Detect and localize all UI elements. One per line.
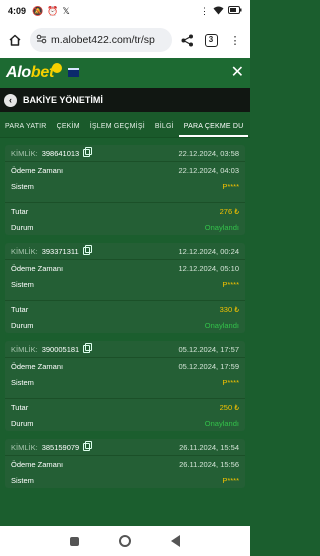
amount-value: 250 ₺: [219, 402, 239, 412]
tab-withdraw[interactable]: ÇEKİM: [52, 123, 85, 137]
system-value: P****: [222, 279, 239, 289]
payment-time-value: 05.12.2024, 17:59: [178, 361, 239, 371]
logo-badge-icon: [51, 63, 62, 73]
withdrawal-card: KİMLİK: 390005181 05.12.2024, 17:57 Ödem…: [5, 341, 245, 431]
system-value: P****: [222, 181, 239, 191]
back-button[interactable]: ‹: [4, 93, 17, 107]
site-header: Alobet ✕: [0, 58, 250, 88]
payment-time-label: Ödeme Zamanı: [11, 361, 64, 371]
tab-info[interactable]: BİLGİ: [150, 123, 179, 137]
site-logo[interactable]: Alobet: [6, 64, 54, 82]
payment-time-value: 22.12.2024, 04:03: [178, 165, 239, 175]
withdrawal-card: KİMLİK: 393371311 12.12.2024, 00:24 Ödem…: [5, 243, 245, 333]
id-label: KİMLİK:: [11, 148, 38, 158]
browser-toolbar: m.alobet422.com/tr/sp 3 ⋮: [0, 22, 250, 58]
id-label: KİMLİK:: [11, 246, 38, 256]
id-value: 385159079: [41, 442, 80, 452]
more-menu-icon[interactable]: ⋮: [226, 31, 244, 49]
balance-tabs: PARA YATIR ÇEKİM İŞLEM GEÇMİŞİ BİLGİ PAR…: [0, 112, 250, 138]
status-value: Onaylandı: [204, 320, 239, 330]
payment-time-label: Ödeme Zamanı: [11, 165, 64, 175]
created-date: 12.12.2024, 00:24: [178, 246, 239, 256]
id-value: 390005181: [41, 344, 80, 354]
section-header: ‹ BAKİYE YÖNETİMİ: [0, 88, 250, 112]
copy-icon[interactable]: [83, 343, 93, 353]
system-value: P****: [222, 377, 239, 387]
system-nav-bar: [0, 526, 250, 556]
tab-deposit[interactable]: PARA YATIR: [0, 123, 52, 137]
site-settings-icon[interactable]: [36, 31, 47, 49]
amount-value: 330 ₺: [219, 304, 239, 314]
status-label: Durum: [11, 320, 34, 330]
created-date: 26.11.2024, 15:54: [179, 442, 239, 452]
section-title: BAKİYE YÖNETİMİ: [23, 95, 103, 105]
status-label: Durum: [11, 222, 34, 232]
system-label: Sistem: [11, 377, 34, 387]
back-nav-icon[interactable]: [171, 535, 180, 547]
recents-icon[interactable]: [70, 536, 79, 546]
payment-time-value: 26.11.2024, 15:56: [179, 459, 239, 469]
id-value: 398641013: [41, 148, 80, 158]
wifi-icon: [213, 6, 224, 17]
home-icon[interactable]: [6, 31, 24, 49]
status-time: 4:09: [8, 6, 27, 16]
copy-icon[interactable]: [82, 245, 92, 255]
id-value: 393371311: [41, 246, 79, 256]
tab-count: 3: [204, 33, 218, 47]
alarm-icon: ⏰: [47, 5, 59, 16]
system-label: Sistem: [11, 279, 34, 289]
status-label: Durum: [11, 418, 34, 428]
system-value: P****: [222, 475, 239, 485]
amount-label: Tutar: [11, 402, 29, 412]
payment-time-label: Ödeme Zamanı: [11, 459, 64, 469]
system-label: Sistem: [11, 181, 34, 191]
id-label: KİMLİK:: [11, 344, 38, 354]
close-icon[interactable]: ✕: [231, 65, 244, 81]
payment-time-label: Ödeme Zamanı: [11, 263, 64, 273]
tab-transaction-history[interactable]: İŞLEM GEÇMİŞİ: [85, 123, 150, 137]
copy-icon[interactable]: [83, 441, 93, 451]
url-text[interactable]: m.alobet422.com/tr/sp: [51, 34, 155, 46]
mute-icon: 🔕: [32, 5, 44, 16]
withdrawal-card: KİMLİK: 398641013 22.12.2024, 03:58 Ödem…: [5, 145, 245, 235]
share-icon[interactable]: [178, 31, 196, 49]
copy-icon[interactable]: [83, 147, 93, 157]
amount-label: Tutar: [11, 206, 29, 216]
status-bar: 4:09 🔕 ⏰ 𝕏 ⋮: [0, 0, 250, 22]
system-label: Sistem: [11, 475, 34, 485]
id-label: KİMLİK:: [11, 442, 38, 452]
status-value: Onaylandı: [204, 222, 239, 232]
flag-icon: [67, 67, 79, 79]
tab-withdrawal-status[interactable]: PARA ÇEKME DU: [178, 123, 249, 137]
status-value: Onaylandı: [204, 418, 239, 428]
created-date: 05.12.2024, 17:57: [178, 344, 239, 354]
dots-icon: ⋮: [200, 5, 209, 16]
withdrawal-card: KİMLİK: 385159079 26.11.2024, 15:54 Ödem…: [5, 439, 245, 488]
home-nav-icon[interactable]: [119, 535, 131, 547]
amount-label: Tutar: [11, 304, 29, 314]
x-icon: 𝕏: [62, 5, 70, 16]
withdrawal-list[interactable]: KİMLİK: 398641013 22.12.2024, 03:58 Ödem…: [0, 138, 250, 526]
battery-icon: [228, 6, 242, 16]
created-date: 22.12.2024, 03:58: [178, 148, 239, 158]
address-bar[interactable]: m.alobet422.com/tr/sp: [30, 28, 172, 52]
payment-time-value: 12.12.2024, 05:10: [178, 263, 239, 273]
tabs-count-button[interactable]: 3: [202, 31, 220, 49]
amount-value: 276 ₺: [219, 206, 239, 216]
